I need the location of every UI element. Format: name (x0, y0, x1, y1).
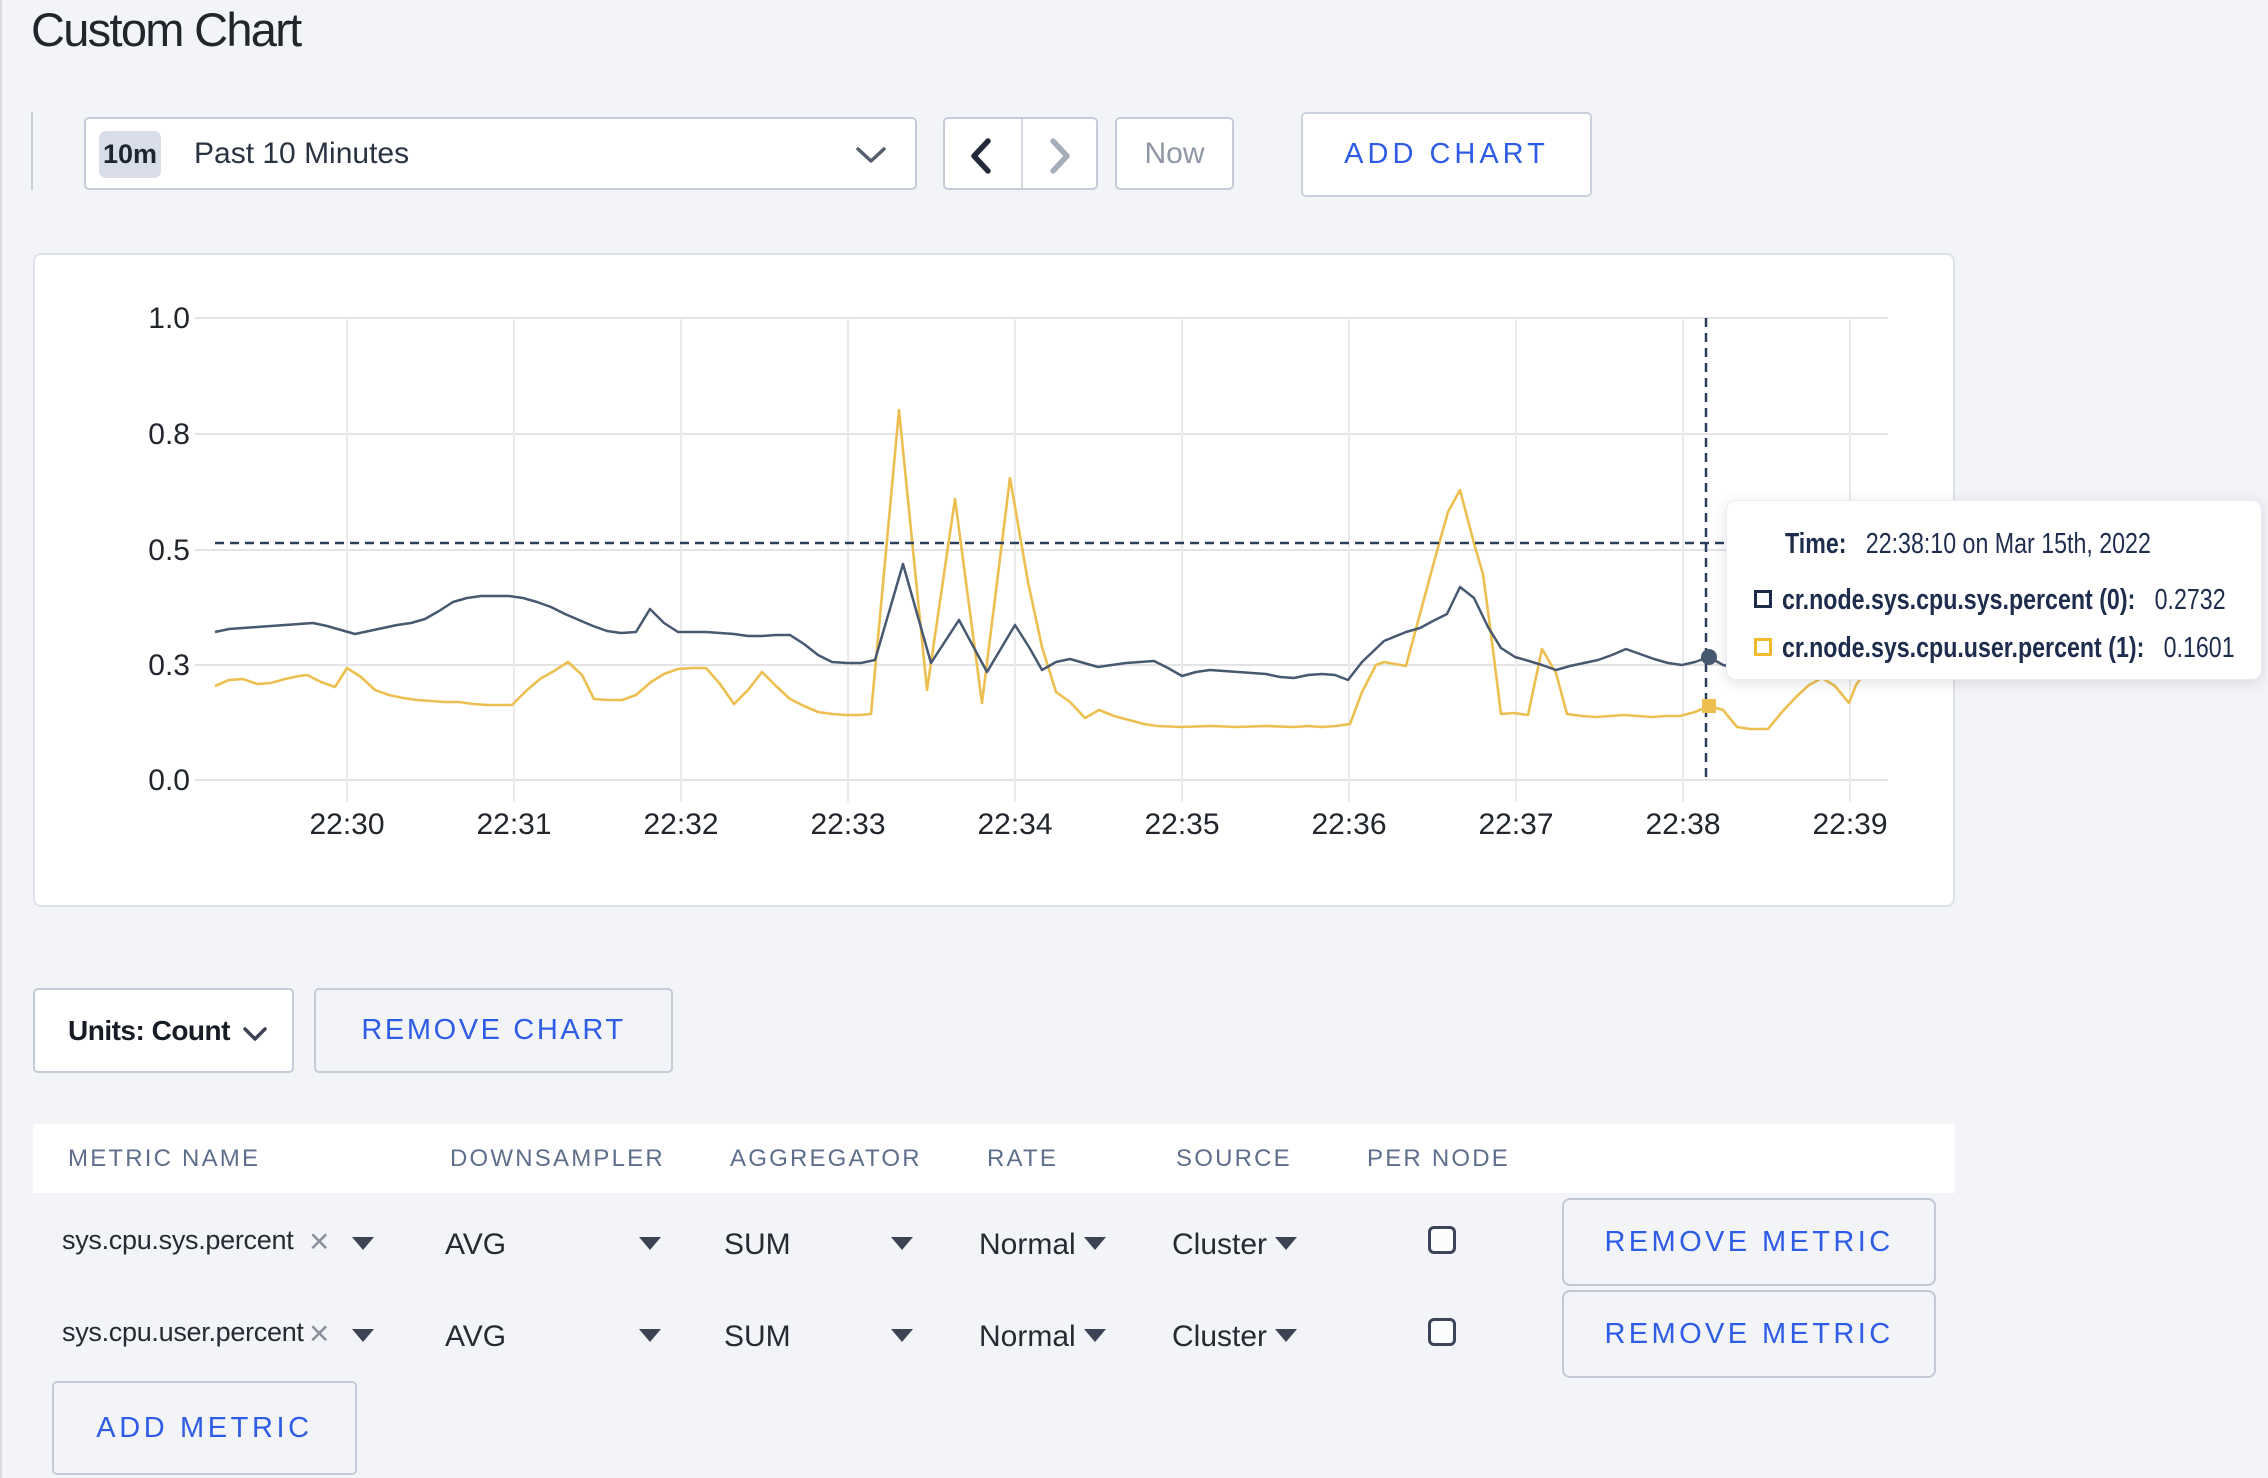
svg-text:0.0: 0.0 (148, 764, 190, 797)
svg-text:0.5: 0.5 (148, 534, 190, 567)
svg-text:0.8: 0.8 (148, 418, 190, 451)
svg-text:22:35: 22:35 (1144, 808, 1219, 841)
svg-text:22:37: 22:37 (1478, 808, 1553, 841)
svg-text:0.3: 0.3 (148, 649, 190, 682)
svg-text:22:32: 22:32 (643, 808, 718, 841)
svg-text:22:39: 22:39 (1812, 808, 1887, 841)
svg-text:22:34: 22:34 (977, 808, 1052, 841)
svg-text:22:31: 22:31 (476, 808, 551, 841)
svg-text:22:36: 22:36 (1311, 808, 1386, 841)
svg-text:22:30: 22:30 (309, 808, 384, 841)
svg-text:22:38: 22:38 (1645, 808, 1720, 841)
svg-text:22:33: 22:33 (810, 808, 885, 841)
svg-text:1.0: 1.0 (148, 302, 190, 335)
